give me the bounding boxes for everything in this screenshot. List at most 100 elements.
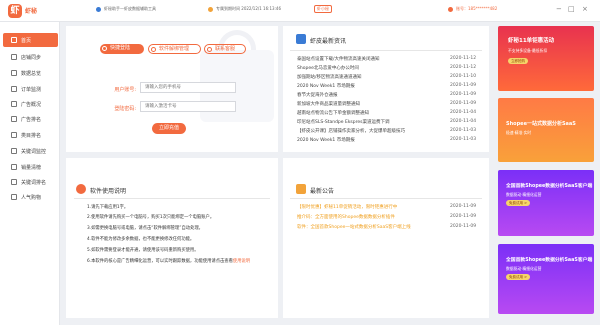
news-date: 2020-11-12 [450,56,477,61]
ad-headline: 全国首款Shopee数据分析SaaS客户端 [506,258,593,263]
sidebar-item-category-rank[interactable]: 类目排名 [3,128,58,142]
sidebar-item-data-overview[interactable]: 数据总览 [3,66,58,80]
ad-pill: 免费试用 > [506,274,531,280]
list-item[interactable]: 新加坡大件商品渠道量调整通知 [297,101,447,107]
top-notice: 虾秘助手—虾皮数据辅助工具 [104,6,156,11]
sidebar-item-orders[interactable]: 订单监测 [3,82,58,96]
ad-sub: 极速·精准·实时 [506,130,532,135]
close-button[interactable]: × [582,5,588,13]
promo-banner-client-1[interactable]: 全国首款Shopee数据分析SaaS客户端 数据驱动·精细化运营 免费试用 > [498,170,594,236]
app-logo-icon: 虾 [8,4,22,18]
info-circle-icon [76,184,86,194]
sidebar-item-popular[interactable]: 人气购物 [3,190,58,204]
news-date: 2020-11-04 [450,110,477,115]
announcement-date: 2020-11-09 [450,224,477,229]
promo-banner-sale[interactable]: 虾秘11单钜惠活动 不支持多设备·最低折扣 立即抢购 [498,26,594,91]
submit-button[interactable]: 立即充值 [152,123,186,134]
sidebar-item-ad-overview[interactable]: 广告概况 [3,97,58,111]
clock-icon [208,7,213,12]
ad-rank-icon [11,116,17,122]
sidebar: 首页 店铺同步 数据总览 订单监测 广告概况 广告排名 类目排名 关键词监控 销… [0,22,60,325]
tab-dot-icon [102,46,107,51]
order-icon [11,86,17,92]
sales-icon [11,164,17,170]
keyword-rank-icon [11,179,17,185]
vip-badge[interactable]: 虾小秘 [314,5,332,13]
top-bar: 虾 虾秘 虾秘助手—虾皮数据辅助工具 专属到期时间 2022/12/1 16:1… [0,0,600,22]
list-item[interactable]: 【虾皮公开课】店铺操作卖家分析，大促爆单超级技巧 [297,128,447,134]
news-date: 2020-11-09 [450,83,477,88]
list-item[interactable]: 加强期站/移区物流高速通道通知 [297,74,447,80]
list-item[interactable]: 越南站点物流公告下单金额调整通知 [297,110,447,116]
tab-dot-icon [207,47,212,52]
app-name: 虾秘 [25,8,38,15]
ad-headline: Shopee一站式数据分析SaaS [506,121,576,127]
announcements-title: 最新公告 [310,188,335,195]
ad-headline: 虾秘11单钜惠活动 [508,38,555,44]
usage-guide-link[interactable]: 使用说明 [233,259,250,264]
announcement-date: 2020-11-09 [450,214,477,219]
list-item[interactable]: 春节大促海外仓通报 [297,92,447,98]
instruction-line: 3.如需更换电脑号或电脑，请点击“软件解绑管理”自动处理。 [87,226,203,231]
tab-quick-login[interactable]: 快捷登陆 [100,44,144,54]
keyword-icon [11,148,17,154]
announcement-date: 2020-11-09 [450,204,477,209]
info-icon [96,7,101,12]
list-item[interactable]: Shopee北马恋爱中心办公时间 [297,65,447,71]
news-icon [296,34,306,44]
sidebar-item-home[interactable]: 首页 [3,33,58,47]
ad-sub: 数据驱动·精细化运营 [506,266,542,271]
expiry-info: 专属到期时间 2022/12/1 16:13:46 [216,6,282,11]
news-date: 2020-11-12 [450,65,477,70]
news-divider [290,50,482,51]
instructions-divider [74,198,270,199]
password-label: 登陆密码: [114,106,136,112]
password-input[interactable] [140,101,236,112]
instruction-line: 2.使用软件请先购买一个电脑号，购买1次只能绑定一个电脑账户。 [87,215,215,220]
home-icon [11,37,17,43]
news-date: 2020-11-03 [450,128,477,133]
news-date: 2020-11-09 [450,101,477,106]
news-date: 2020-11-04 [450,119,477,124]
instruction-line: 6.本软件的核心是广告精细化运营，可以实时跟踪数据，功能使用请点击查看使用说明 [87,259,251,264]
sidebar-item-sales[interactable]: 销量清榜 [3,160,58,174]
popular-icon [11,194,17,200]
ad-sub: 数据驱动·精细化运营 [506,192,542,197]
category-icon [11,132,17,138]
store-sync-icon [11,54,17,60]
account-label: 用户账号: [114,87,136,93]
list-item[interactable]: 软件：全国首款Shopee一站式数据分析SaaS客户端上线 [297,224,447,230]
sidebar-item-store-sync[interactable]: 店铺同步 [3,50,58,64]
data-overview-icon [11,70,17,76]
instruction-line: 5.如软件需要登录才能开通，请使用该号码重新购买使用。 [87,248,199,253]
instruction-line: 1.请先下载应用1字。 [87,205,129,210]
list-item[interactable]: 2020 Nov Week1 市场期报 [297,83,447,89]
minimize-button[interactable]: − [556,5,562,13]
list-item[interactable]: 印尼站点SLS-Standpe Ekspres渠道运费下调 [297,119,447,125]
tab-contact-support[interactable]: 联系客服 [204,44,246,54]
news-date: 2020-11-10 [450,74,477,79]
sidebar-item-keyword-rank[interactable]: 关键词排名 [3,175,58,189]
list-item[interactable]: 推介码：全方面使用的Shopee数据数据分析插件 [297,214,447,220]
sidebar-item-ad-rank[interactable]: 广告排名 [3,112,58,126]
sidebar-item-keyword-monitor[interactable]: 关键词监控 [3,144,58,158]
instruction-line: 4.软件不能为修改多余数据，也不能更换修改任何功能。 [87,237,195,242]
maximize-button[interactable]: □ [568,5,575,13]
announcements-divider [290,198,482,199]
account-input[interactable] [140,82,236,93]
news-title: 虾皮最新资讯 [310,38,347,45]
promo-banner-client-2[interactable]: 全国首款Shopee数据分析SaaS客户端 数据驱动·精细化运营 免费试用 > [498,244,594,314]
instructions-title: 软件使用说明 [90,188,127,195]
announcements-panel [283,158,489,318]
ad-icon [11,101,17,107]
account-info[interactable]: 账号：185*******482 [456,6,497,12]
list-item[interactable]: 泰国站点设置下载/大件物流高速关闭通知 [297,56,447,62]
ad-sub: 不支持多设备·最低折扣 [508,48,548,53]
promo-banner-saas[interactable]: Shopee一站式数据分析SaaS 极速·精准·实时 [498,98,594,162]
tab-unbind-management[interactable]: 软件解绑管理 [148,44,201,54]
announcement-icon [296,184,306,194]
list-item[interactable]: 2020 Nov Week1 市场期报 [297,137,447,143]
list-item[interactable]: 【限时优惠】虾秘11单促销活动，限时钜惠进行中 [297,204,447,210]
user-icon [448,7,453,12]
ad-pill: 免费试用 > [506,200,531,206]
